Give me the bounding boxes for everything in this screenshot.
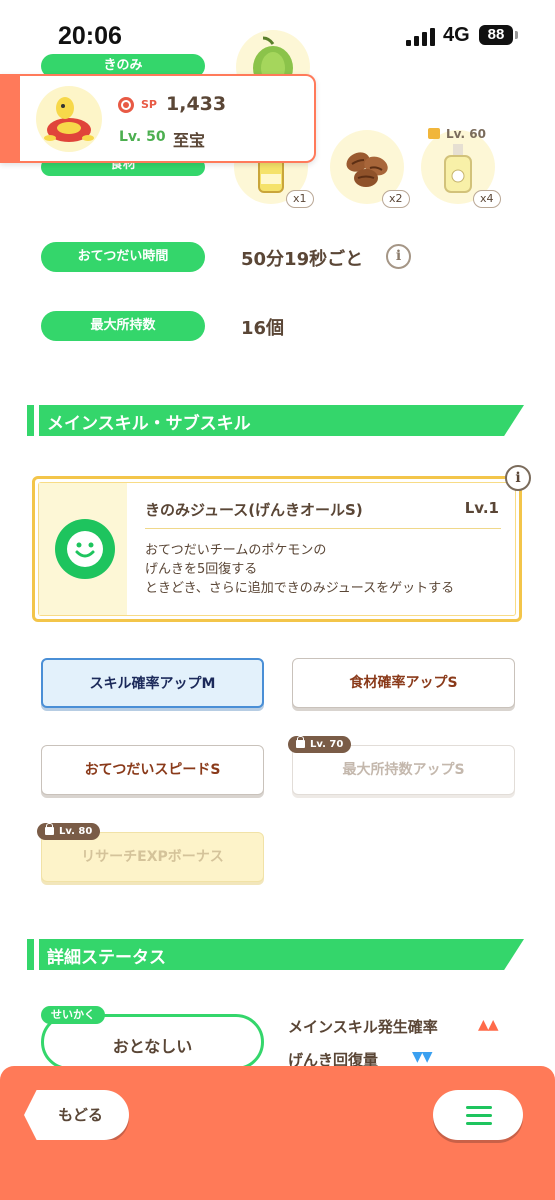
main-skill-description: おてつだいチームのポケモンの げんきを5回復する ときどき、さらに追加できのみジ… — [145, 541, 454, 598]
pokemon-avatar — [36, 86, 102, 152]
battery-tip — [515, 31, 518, 39]
main-skill-name: きのみジュース(げんきオールS) — [145, 501, 363, 519]
lock-icon — [45, 823, 54, 835]
divider — [145, 528, 501, 529]
nature-value: おとなしい — [112, 1037, 193, 1056]
pokemon-card[interactable]: SP 1,433 Lv. 50 至宝 — [0, 74, 316, 163]
lock-icon — [428, 128, 440, 139]
lock-level-text: Lv. 70 — [310, 739, 344, 750]
skills-section-header: メインスキル・サブスキル — [27, 405, 524, 436]
down-arrows-icon: ▼▼ — [412, 1049, 433, 1065]
lock-icon — [296, 736, 305, 748]
main-skill-card[interactable]: きのみジュース(げんきオールS) Lv.1 おてつだいチームのポケモンの げんき… — [32, 476, 522, 622]
battery-icon: 88 — [479, 25, 513, 45]
status-time: 20:06 — [58, 22, 122, 50]
info-icon[interactable]: i — [386, 244, 411, 269]
subskill-button-2[interactable]: 食材確率アップS — [292, 658, 515, 708]
help-time-label: おてつだい時間 — [41, 242, 205, 272]
main-skill-level: Lv.1 — [464, 499, 499, 517]
nature-effect-up-label: メインスキル発生確率 — [288, 1018, 438, 1036]
subskill-button-3[interactable]: おてつだいスピードS — [41, 745, 264, 795]
nature-tag: せいかく — [41, 1006, 105, 1024]
detail-section-header: 詳細ステータス — [27, 939, 524, 970]
description-line: おてつだいチームのポケモンの — [145, 543, 327, 558]
skill-info-icon[interactable]: i — [505, 465, 531, 491]
subskill-button-1[interactable]: スキル確率アップM — [41, 658, 264, 708]
up-arrows-icon: ▲▲ — [478, 1017, 499, 1033]
smile-icon — [55, 519, 115, 579]
menu-button[interactable] — [433, 1090, 523, 1140]
max-carry-label: 最大所持数 — [41, 311, 205, 341]
description-line: ときどき、さらに追加できのみジュースをゲットする — [145, 581, 455, 596]
card-accent-bar — [0, 74, 20, 163]
lock-level-tag: Lv. 70 — [288, 736, 352, 753]
pokemon-level: Lv. 50 — [119, 129, 166, 145]
locked-level-label: Lv. 60 — [446, 127, 486, 141]
ingredient-count-3: x4 — [473, 190, 501, 208]
back-button[interactable]: もどる — [24, 1090, 129, 1140]
skills-section-title: メインスキル・サブスキル — [47, 414, 251, 434]
description-line: げんきを5回復する — [145, 562, 258, 577]
help-time-value: 50分19秒ごと — [241, 249, 364, 270]
main-skill-icon-area — [39, 483, 127, 615]
max-carry-value: 16個 — [241, 318, 285, 339]
sp-label: SP — [141, 98, 157, 111]
lock-level-text: Lv. 80 — [59, 826, 93, 837]
detail-section-title: 詳細ステータス — [47, 948, 166, 968]
pokemon-subskill: 至宝 — [173, 131, 206, 150]
sp-value: 1,433 — [166, 93, 227, 115]
signal-icon — [406, 28, 436, 46]
ingredient-count-2: x2 — [382, 190, 410, 208]
lock-level-tag: Lv. 80 — [37, 823, 101, 840]
network-type: 4G — [443, 24, 470, 46]
sp-ball-icon — [118, 97, 134, 113]
ingredient-count-1: x1 — [286, 190, 314, 208]
